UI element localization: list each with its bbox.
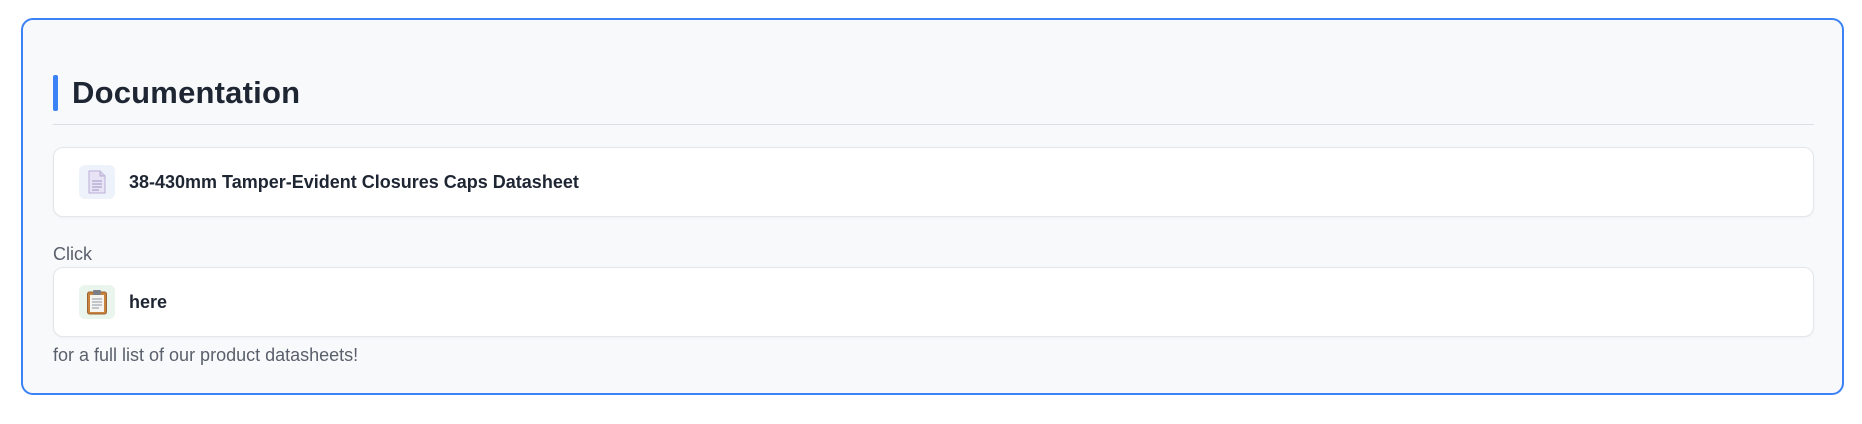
- documentation-panel: Documentation 38-430mm Tamper-Evident Cl…: [21, 18, 1844, 395]
- document-icon-box: [79, 165, 115, 199]
- datasheet-list-link-card[interactable]: here: [53, 267, 1814, 337]
- datasheet-link-card[interactable]: 38-430mm Tamper-Evident Closures Caps Da…: [53, 147, 1814, 217]
- datasheets-list-text: for a full list of our product datasheet…: [53, 345, 359, 365]
- datasheet-link-label: 38-430mm Tamper-Evident Closures Caps Da…: [129, 171, 579, 192]
- clipboard-icon-box: [79, 285, 115, 319]
- section-heading: Documentation: [53, 75, 300, 111]
- clipboard-icon: [87, 290, 107, 315]
- document-icon: [88, 170, 106, 194]
- heading-divider: [53, 124, 1814, 125]
- heading-accent-bar: [53, 75, 58, 111]
- page-title: Documentation: [72, 75, 301, 110]
- here-link-label: here: [129, 291, 168, 312]
- click-text: Click: [53, 244, 92, 264]
